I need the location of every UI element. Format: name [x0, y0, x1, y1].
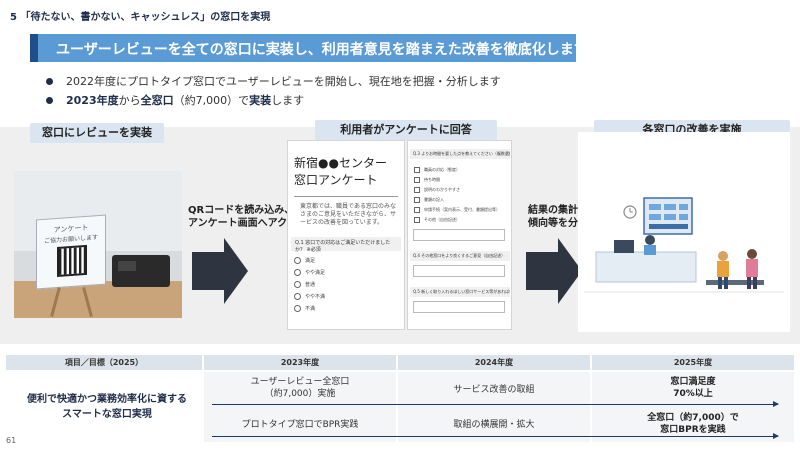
timeline-label-line1: ユーザーレビュー全窓口: [250, 377, 350, 387]
timeline-label: サービス改善の取組: [453, 385, 535, 395]
survey-page-2: Q.3 よりお時間を要した点を教えてください（複数選択可） 職員の対応（態度） …: [407, 140, 512, 330]
survey-title: 新宿●●センター 窓口アンケート: [294, 155, 404, 189]
visitor-head: [747, 249, 757, 259]
timeline-label: プロトタイプ窓口でBPR実践: [241, 420, 359, 430]
bullet-dot: [46, 78, 53, 85]
timeline-arrow-row1: [212, 401, 779, 407]
timeline-label: 取組の横展開・拡大: [453, 420, 535, 430]
survey-intro: 東京都では、職員である窓口のみなさまのご意見をいただきながら、サービスの改善を図…: [300, 203, 397, 226]
table-header-2023: 2023年度: [204, 355, 396, 370]
step-label-respond: 利用者がアンケートに回答: [315, 120, 497, 140]
visitor-body: [717, 261, 729, 277]
bullet-bold: 実装: [249, 94, 272, 107]
timeline-label-line1: 窓口満足度: [670, 377, 716, 387]
bullet-dot: [46, 97, 53, 104]
bullet-item: 2023年度から全窓口（約7,000）で実装します: [46, 91, 501, 110]
visitor-leg: [753, 277, 757, 289]
free-text-field[interactable]: [413, 265, 505, 277]
arrow-right-icon: [192, 252, 226, 290]
timeline-label-line1: 全窓口（約7,000）で: [647, 413, 739, 423]
bullet-item: 2022年度にプロトタイプ窓口でユーザーレビューを開始し、現在地を把握・分析しま…: [46, 72, 501, 91]
bullet-bold: 2023年度: [66, 94, 119, 107]
survey-question: Q.3 よりお時間を要した点を教えてください（複数選択可）: [410, 149, 510, 159]
payment-device: [112, 255, 170, 287]
survey-question: Q.1 窓口での対応はご満足いただけましたか？ ※必須: [291, 237, 401, 253]
bullet-text: （約7,000）で: [173, 94, 250, 107]
goal-line1: 便利で快適かつ業務効率化に資する: [27, 394, 187, 405]
survey-option[interactable]: 満足: [294, 257, 315, 264]
goal-cell: 便利で快適かつ業務効率化に資する スマートな窓口実現: [6, 372, 202, 442]
staff-head: [645, 235, 655, 245]
staff-body: [644, 245, 656, 255]
survey-checkbox[interactable]: 書類の記入: [414, 197, 444, 203]
survey-option[interactable]: やや満足: [294, 269, 325, 276]
table-header-2025: 2025年度: [592, 355, 794, 370]
arrow-right-icon: [526, 252, 560, 290]
goal-text: 便利で快適かつ業務効率化に資する スマートな窓口実現: [6, 392, 208, 422]
survey-title-line1: 新宿●●センター: [294, 156, 387, 170]
counter-photo: アンケート ご協力お願いします: [14, 171, 182, 318]
monitor-icon: [614, 240, 634, 253]
office-counter-illustration: [584, 197, 784, 293]
board-cell: [664, 204, 676, 210]
table-header-2024: 2024年度: [398, 355, 590, 370]
survey-checkbox[interactable]: 待ち時間: [414, 177, 440, 183]
qr-card: アンケート ご協力お願いします: [36, 214, 106, 290]
survey-option[interactable]: やや不満: [294, 293, 325, 300]
free-text-field[interactable]: [413, 229, 505, 241]
section-title: 5 「待たない、書かない、キャッシュレス」の窓口を実現: [10, 12, 271, 23]
board-cell: [649, 204, 661, 210]
timeline-label-target: 窓口満足度 70%以上: [592, 376, 794, 400]
page-number: 61: [6, 436, 17, 445]
visitor-head: [718, 251, 728, 261]
timeline-arrow-row2: [212, 433, 779, 439]
board-cell: [649, 224, 688, 229]
bullet-text: します: [271, 94, 305, 107]
timeline-label: ユーザーレビュー全窓口 （約7,000）実施: [204, 376, 396, 400]
board-cell: [649, 214, 661, 220]
improvement-illustration: [578, 132, 790, 332]
timeline-label-line2: （約7,000）実施: [264, 389, 336, 399]
bullet-list: 2022年度にプロトタイプ窓口でユーザーレビューを開始し、現在地を把握・分析しま…: [46, 72, 501, 110]
headline-banner: ユーザーレビューを全ての窓口に実装し、利用者意見を踏まえた改善を徹底化します: [30, 34, 588, 62]
survey-checkbox[interactable]: その他（自由記述）: [414, 217, 460, 223]
visitor-body: [746, 259, 758, 277]
board-cell: [679, 214, 688, 220]
visitor-leg: [718, 277, 722, 289]
bullet-bold: 全窓口: [140, 94, 174, 107]
survey-option[interactable]: 不満: [294, 305, 315, 312]
free-text-field[interactable]: [413, 301, 505, 313]
survey-question: Q.4 その他窓口をより良くするご意見（自由記述）: [410, 251, 510, 261]
survey-divider: [294, 196, 398, 197]
counter-desk: [595, 251, 697, 283]
bullet-text: から: [118, 94, 141, 107]
banner-accent-bar: [30, 34, 38, 62]
survey-question: Q.5 新しく取り入れるほしい窓口サービス等があれば教えてください（自由記述）: [410, 287, 510, 297]
goal-line2: スマートな窓口実現: [62, 409, 152, 420]
timeline-label-line2: 窓口BPRを実践: [660, 425, 726, 435]
column-2024: [398, 372, 590, 442]
timeline-label-target: 全窓口（約7,000）で 窓口BPRを実践: [592, 412, 794, 436]
visitor-leg: [747, 277, 751, 289]
banner-text: ユーザーレビューを全ての窓口に実装し、利用者意見を踏まえた改善を徹底化します: [56, 42, 588, 58]
board-cell: [664, 214, 676, 220]
survey-title-line2: 窓口アンケート: [294, 173, 378, 187]
board-cell: [679, 204, 688, 210]
survey-checkbox[interactable]: 申請手続（案内表示、受付、書類提出等）: [414, 207, 500, 213]
timeline-label-line2: 70%以上: [673, 389, 713, 399]
visitor-leg: [724, 277, 728, 289]
bullet-text: 2022年度にプロトタイプ窓口でユーザーレビューを開始し、現在地を把握・分析しま…: [66, 75, 501, 88]
arrow-head-icon: [224, 238, 248, 304]
survey-page-1: 新宿●●センター 窓口アンケート 東京都では、職員である窓口のみなさまのご意見を…: [287, 140, 405, 330]
survey-checkbox[interactable]: 説明のわかりやすさ: [414, 187, 460, 193]
survey-checkbox[interactable]: 職員の対応（態度）: [414, 167, 460, 173]
survey-option[interactable]: 普通: [294, 281, 315, 288]
step-label-implement: 窓口にレビューを実装: [30, 123, 164, 143]
table-header-goal: 項目／目標（2025）: [6, 355, 202, 370]
qr-code-icon: [57, 244, 87, 277]
